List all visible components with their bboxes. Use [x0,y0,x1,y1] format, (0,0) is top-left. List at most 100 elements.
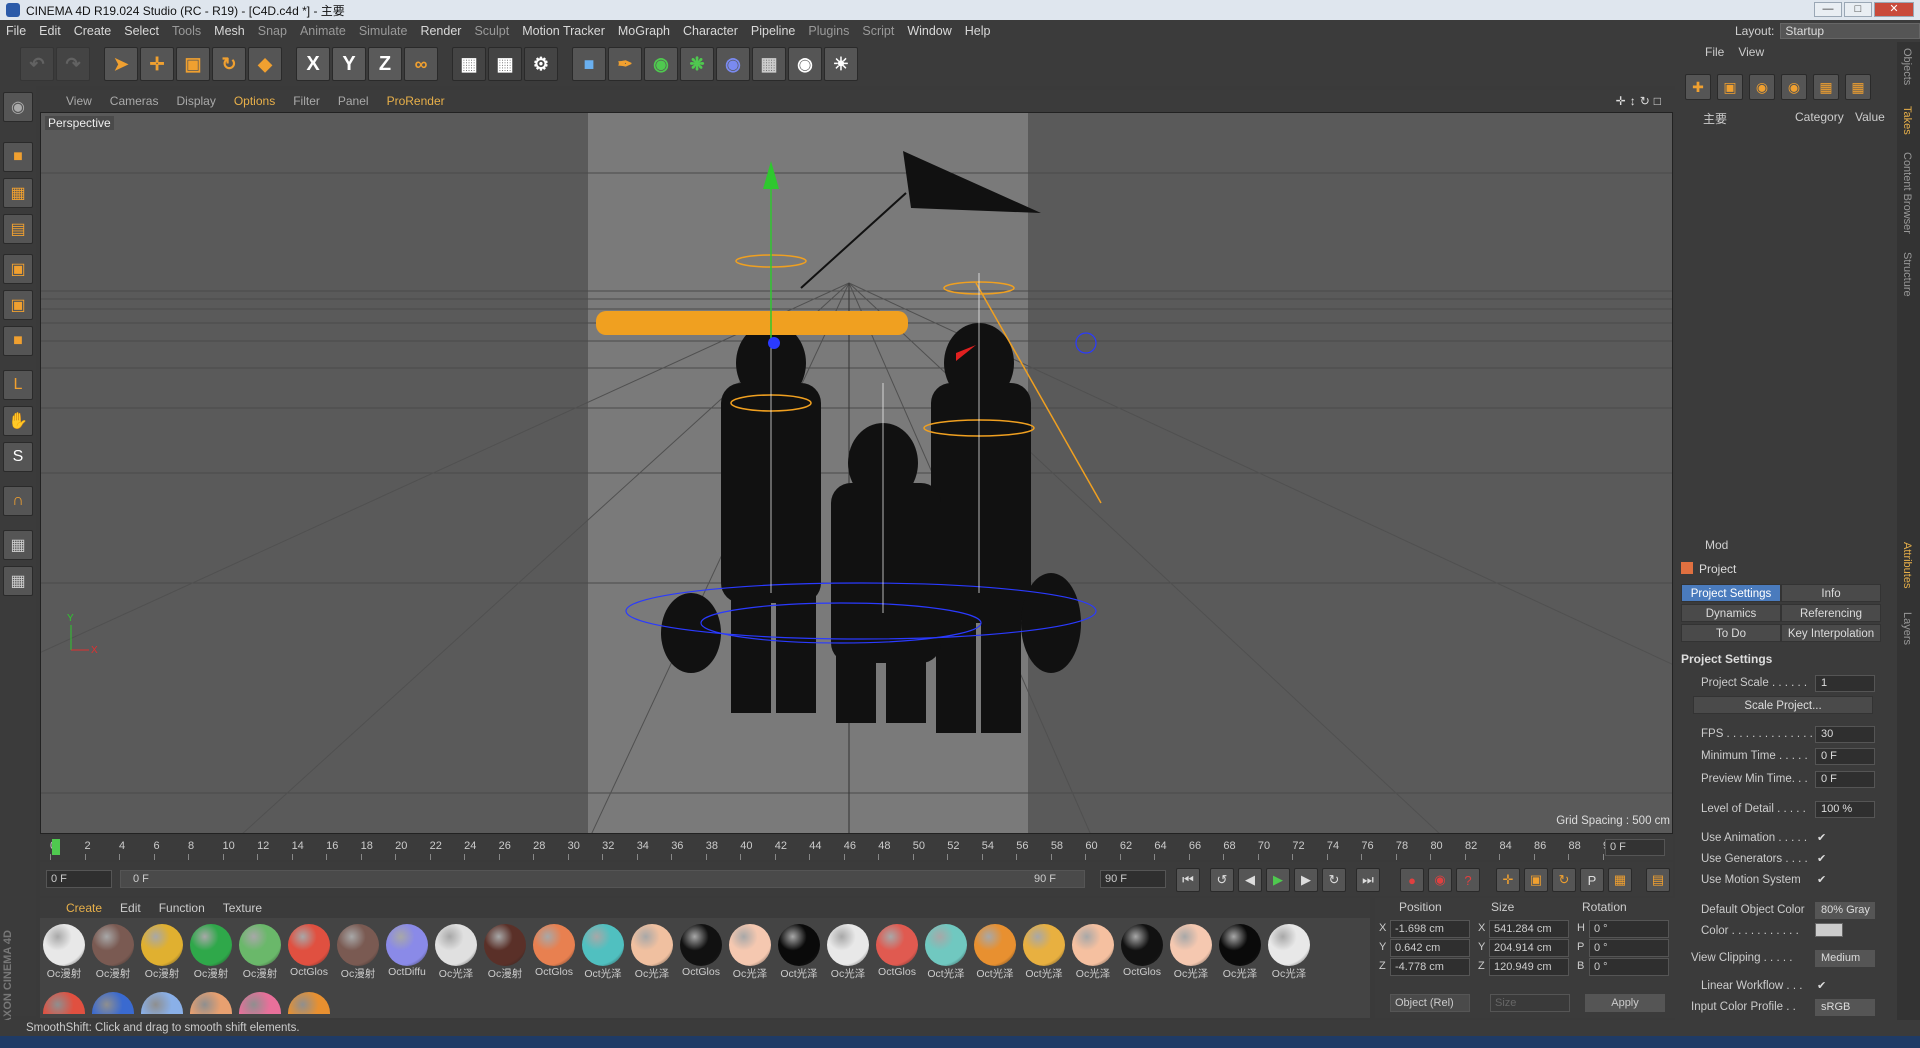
texture-mode-icon[interactable]: ▦ [3,178,33,208]
record-scale-icon[interactable]: ▣ [1524,868,1548,892]
layout-dropdown[interactable]: Startup [1780,23,1920,39]
autokey-icon[interactable]: ◉ [1428,868,1452,892]
material-swatch[interactable]: Oc光泽 [630,924,674,980]
obj-menu-view[interactable]: View [1738,45,1764,59]
rotation-h-field[interactable]: 0 ° [1589,920,1669,938]
side-tab-layers[interactable]: Layers [1901,612,1913,645]
scale-icon[interactable]: ▣ [176,47,210,81]
coordinate-system-icon[interactable]: ∞ [404,47,438,81]
side-tab-attributes[interactable]: Attributes [1901,542,1913,588]
material-swatch[interactable] [238,992,282,1014]
size-x-field[interactable]: 541.284 cm [1489,920,1569,938]
deformer-icon[interactable]: ◉ [716,47,750,81]
redo-icon[interactable]: ↷ [56,47,90,81]
material-swatch[interactable]: Oc光泽 [1218,924,1262,980]
material-swatch[interactable]: Oc漫射 [336,924,380,980]
rotation-p-field[interactable]: 0 ° [1589,939,1669,957]
play-icon[interactable]: ▶ [1266,868,1290,892]
end-frame-field[interactable]: 90 F [1100,870,1166,888]
undo-icon[interactable]: ↶ [20,47,54,81]
material-swatch[interactable]: Oct光泽 [1022,924,1066,980]
use-animation-checkbox[interactable]: ✔ [1817,831,1826,844]
position-z-field[interactable]: -4.778 cm [1390,958,1470,976]
viewport-menu-filter[interactable]: Filter [293,94,320,108]
material-swatch[interactable]: Oct光泽 [924,924,968,980]
menu-motion-tracker[interactable]: Motion Tracker [522,24,605,38]
obj-menu-file[interactable]: File [1705,45,1724,59]
take-clone-icon[interactable]: ▣ [1717,74,1743,100]
color-swatch[interactable] [1815,923,1843,937]
material-swatch[interactable] [140,992,184,1014]
use-generators-checkbox[interactable]: ✔ [1817,852,1826,865]
material-menu-edit[interactable]: Edit [120,901,141,915]
record-rotation-icon[interactable]: ↻ [1552,868,1576,892]
default-object-color-dropdown[interactable]: 80% Gray [1815,902,1875,919]
material-swatch[interactable]: Oc漫射 [483,924,527,980]
material-swatch[interactable] [189,992,233,1014]
timeline[interactable]: 0246810121416182022242628303234363840424… [40,836,1673,860]
take-main-item[interactable]: 主要 [1703,110,1727,127]
menu-simulate[interactable]: Simulate [359,24,408,38]
floor-icon[interactable]: ▦ [752,47,786,81]
start-frame-field[interactable]: 0 F [46,870,112,888]
rotation-b-field[interactable]: 0 ° [1589,958,1669,976]
menu-create[interactable]: Create [74,24,112,38]
material-swatch[interactable]: Oc光泽 [434,924,478,980]
size-mode-dropdown[interactable]: Size [1490,994,1570,1012]
snap-icon[interactable]: S [3,442,33,472]
material-menu-function[interactable]: Function [159,901,205,915]
material-swatch[interactable]: Oc漫射 [140,924,184,980]
menu-help[interactable]: Help [965,24,991,38]
pen-spline-icon[interactable]: ✒ [608,47,642,81]
cloner-icon[interactable]: ❋ [680,47,714,81]
menu-pipeline[interactable]: Pipeline [751,24,795,38]
make-editable-icon[interactable]: ◉ [3,92,33,122]
frame-range-slider[interactable]: 0 F 90 F [120,870,1085,888]
menu-script[interactable]: Script [862,24,894,38]
viewport-menu-view[interactable]: View [66,94,92,108]
material-menu-create[interactable]: Create [66,901,102,915]
previous-key-icon[interactable]: ↺ [1210,868,1234,892]
material-swatch[interactable] [91,992,135,1014]
next-frame-icon[interactable]: ▶ [1294,868,1318,892]
z-axis-lock-icon[interactable]: Z [368,47,402,81]
material-swatch[interactable] [287,992,331,1014]
position-y-field[interactable]: 0.642 cm [1390,939,1470,957]
size-z-field[interactable]: 120.949 cm [1489,958,1569,976]
recent-tool-icon[interactable]: ◆ [248,47,282,81]
menu-mograph[interactable]: MoGraph [618,24,670,38]
previous-frame-icon[interactable]: ◀ [1238,868,1262,892]
level-of-detail-field[interactable]: 100 % [1815,801,1875,818]
material-swatch[interactable]: Oct光泽 [581,924,625,980]
menu-file[interactable]: File [6,24,26,38]
light-icon[interactable]: ☀ [824,47,858,81]
material-swatch[interactable]: OctGlos [532,924,576,980]
menu-sculpt[interactable]: Sculpt [474,24,509,38]
material-swatch[interactable]: Oc漫射 [189,924,233,980]
material-swatch[interactable]: OctDiffu [385,924,429,980]
current-frame-field[interactable]: 0 F [1605,839,1665,856]
linear-workflow-checkbox[interactable]: ✔ [1817,979,1826,992]
perspective-viewport[interactable]: Y X [40,112,1673,834]
menu-mesh[interactable]: Mesh [214,24,245,38]
y-axis-lock-icon[interactable]: Y [332,47,366,81]
material-menu-texture[interactable]: Texture [223,901,262,915]
menu-animate[interactable]: Animate [300,24,346,38]
menu-character[interactable]: Character [683,24,738,38]
menu-window[interactable]: Window [907,24,951,38]
edges-mode-icon[interactable]: ▣ [3,290,33,320]
viewport-menu-options[interactable]: Options [234,94,275,108]
camera-icon[interactable]: ◉ [788,47,822,81]
menu-tools[interactable]: Tools [172,24,201,38]
coord-mode-dropdown[interactable]: Object (Rel) [1390,994,1470,1012]
go-to-start-icon[interactable]: ⏮ [1176,868,1200,892]
side-tab-structure[interactable]: Structure [1901,252,1913,297]
material-swatch[interactable]: Oc漫射 [91,924,135,980]
menu-edit[interactable]: Edit [39,24,61,38]
input-color-profile-dropdown[interactable]: sRGB [1815,999,1875,1016]
subdivision-surface-icon[interactable]: ◉ [644,47,678,81]
live-selection-icon[interactable]: ➤ [104,47,138,81]
material-swatch[interactable]: Oc光泽 [826,924,870,980]
close-button[interactable]: ✕ [1874,2,1914,17]
planar-workplane-icon[interactable]: ▦ [3,566,33,596]
